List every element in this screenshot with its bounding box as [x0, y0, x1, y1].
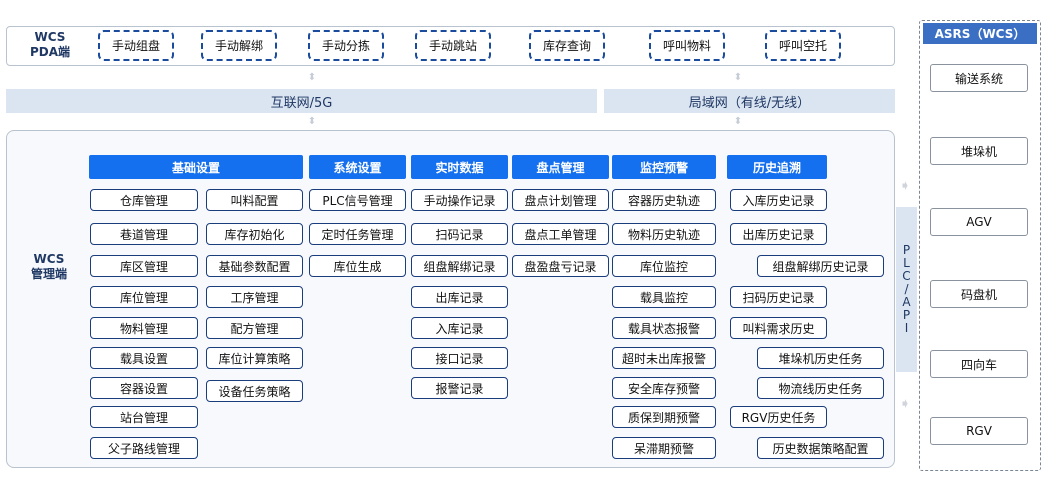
pda-button-2[interactable]: 手动分拣	[308, 30, 384, 61]
management-label: WCS 管理端	[24, 252, 74, 282]
realtime-item[interactable]: 入库记录	[411, 317, 508, 339]
pda-button-3[interactable]: 手动跳站	[415, 30, 491, 61]
pda-button-0[interactable]: 手动组盘	[98, 30, 174, 61]
system-item[interactable]: 定时任务管理	[309, 223, 406, 245]
basic-item-2[interactable]: 配方管理	[206, 317, 303, 339]
up-down-arrow-icon: ⬍	[307, 116, 317, 127]
right-arrow-icon: ➧	[899, 396, 911, 412]
inventory-item[interactable]: 盘点工单管理	[512, 223, 609, 245]
plc-api-char: I	[904, 321, 909, 335]
pda-label: WCS PDA端	[20, 30, 80, 60]
monitor-item[interactable]: 容器历史轨迹	[612, 189, 716, 211]
asrs-item-stacker[interactable]: 堆垛机	[930, 137, 1028, 165]
realtime-item[interactable]: 接口记录	[411, 347, 508, 369]
history-item[interactable]: 叫料需求历史	[730, 317, 827, 339]
plc-api-strip: P L C / A P I	[896, 207, 917, 372]
realtime-item[interactable]: 手动操作记录	[411, 189, 508, 211]
asrs-item-palletizer[interactable]: 码盘机	[930, 280, 1028, 308]
basic-item[interactable]: 巷道管理	[90, 223, 198, 245]
history-item[interactable]: 入库历史记录	[730, 189, 827, 211]
basic-item[interactable]: 父子路线管理	[90, 437, 198, 459]
monitor-item[interactable]: 载具状态报警	[612, 317, 716, 339]
right-arrow-icon: ➧	[899, 178, 911, 194]
asrs-item-four-way-shuttle[interactable]: 四向车	[930, 350, 1028, 378]
realtime-item[interactable]: 报警记录	[411, 377, 508, 399]
monitor-item[interactable]: 质保到期预警	[612, 406, 716, 428]
basic-item[interactable]: 容器设置	[90, 377, 198, 399]
system-item[interactable]: 库位生成	[309, 255, 406, 277]
header-basic-settings[interactable]: 基础设置	[89, 155, 303, 179]
pda-button-6[interactable]: 呼叫空托	[765, 30, 841, 61]
asrs-item-conveyor[interactable]: 输送系统	[930, 64, 1028, 92]
internet-band: 互联网/5G	[6, 89, 597, 113]
header-history-trace[interactable]: 历史追溯	[727, 155, 827, 179]
basic-item[interactable]: 载具设置	[90, 347, 198, 369]
history-item[interactable]: 扫码历史记录	[730, 286, 827, 308]
pda-label-line2: PDA端	[29, 45, 71, 59]
management-label-line1: WCS	[33, 252, 65, 266]
system-item[interactable]: PLC信号管理	[309, 189, 406, 211]
inventory-item[interactable]: 盘盈盘亏记录	[512, 255, 609, 277]
basic-item-2[interactable]: 库存初始化	[206, 223, 303, 245]
up-down-arrow-icon: ⬍	[733, 72, 743, 83]
history-item[interactable]: 堆垛机历史任务	[757, 347, 884, 369]
basic-item[interactable]: 仓库管理	[90, 189, 198, 211]
basic-item-2[interactable]: 工序管理	[206, 286, 303, 308]
history-item[interactable]: 出库历史记录	[730, 223, 827, 245]
monitor-item[interactable]: 呆滞期预警	[612, 437, 716, 459]
basic-item[interactable]: 站台管理	[90, 406, 198, 428]
basic-item[interactable]: 库区管理	[90, 255, 198, 277]
monitor-item[interactable]: 载具监控	[612, 286, 716, 308]
asrs-item-rgv[interactable]: RGV	[930, 417, 1028, 445]
monitor-item[interactable]: 物料历史轨迹	[612, 223, 716, 245]
history-item[interactable]: 历史数据策略配置	[757, 437, 884, 459]
realtime-item[interactable]: 组盘解绑记录	[411, 255, 508, 277]
management-label-line2: 管理端	[30, 267, 67, 281]
basic-item-2[interactable]: 库位计算策略	[206, 347, 303, 369]
pda-button-5[interactable]: 呼叫物料	[649, 30, 725, 61]
history-item[interactable]: 物流线历史任务	[757, 377, 884, 399]
monitor-item[interactable]: 库位监控	[612, 255, 716, 277]
header-inventory-check[interactable]: 盘点管理	[512, 155, 609, 179]
monitor-item[interactable]: 超时未出库报警	[612, 347, 716, 369]
header-monitor-alert[interactable]: 监控预警	[612, 155, 716, 179]
up-down-arrow-icon: ⬍	[733, 116, 743, 127]
lan-band: 局域网（有线/无线）	[604, 89, 895, 113]
realtime-item[interactable]: 出库记录	[411, 286, 508, 308]
up-down-arrow-icon: ⬍	[307, 72, 317, 83]
basic-item[interactable]: 库位管理	[90, 286, 198, 308]
inventory-item[interactable]: 盘点计划管理	[512, 189, 609, 211]
monitor-item[interactable]: 安全库存预警	[612, 377, 716, 399]
internet-label: 互联网/5G	[270, 95, 333, 111]
pda-button-1[interactable]: 手动解绑	[201, 30, 277, 61]
history-item[interactable]: 组盘解绑历史记录	[757, 255, 884, 277]
realtime-item[interactable]: 扫码记录	[411, 223, 508, 245]
basic-item-2[interactable]: 设备任务策略	[206, 380, 303, 402]
header-system-settings[interactable]: 系统设置	[309, 155, 406, 179]
pda-label-line1: WCS	[34, 30, 66, 44]
basic-item[interactable]: 物料管理	[90, 317, 198, 339]
header-realtime-data[interactable]: 实时数据	[411, 155, 508, 179]
pda-button-4[interactable]: 库存查询	[529, 30, 605, 61]
asrs-item-agv[interactable]: AGV	[930, 208, 1028, 236]
asrs-title: ASRS（WCS）	[923, 23, 1037, 44]
history-item[interactable]: RGV历史任务	[730, 406, 827, 428]
basic-item-2[interactable]: 基础参数配置	[206, 255, 303, 277]
basic-item-2[interactable]: 叫料配置	[206, 189, 303, 211]
lan-label: 局域网（有线/无线）	[688, 95, 811, 111]
